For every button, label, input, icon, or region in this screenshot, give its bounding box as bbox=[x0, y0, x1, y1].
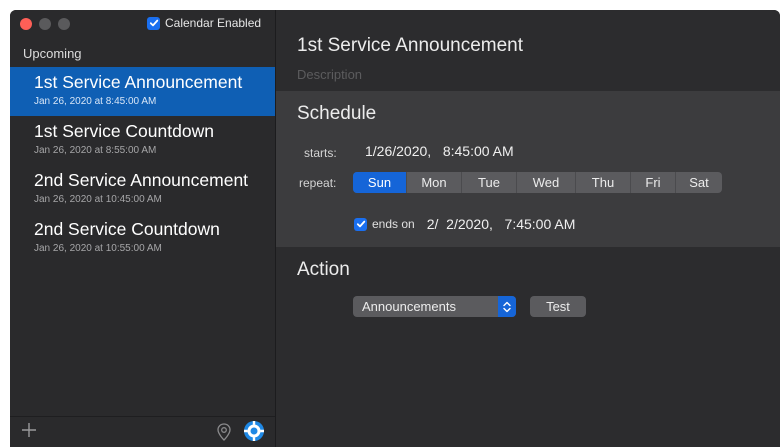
day-toggle-sun[interactable]: Sun bbox=[353, 172, 407, 193]
add-event-button[interactable] bbox=[19, 420, 39, 440]
ends-on-checkbox[interactable] bbox=[354, 217, 367, 231]
calendar-enabled-label: Calendar Enabled bbox=[165, 16, 262, 30]
day-toggle-fri[interactable]: Fri bbox=[631, 172, 676, 193]
event-list: 1st Service Announcement Jan 26, 2020 at… bbox=[10, 67, 275, 263]
chevron-updown-icon bbox=[498, 296, 516, 317]
ends-on-row: ends on 2/ 2/2020, 7:45:00 AM bbox=[354, 216, 575, 232]
schedule-heading: Schedule bbox=[297, 103, 377, 124]
minimize-window-button[interactable] bbox=[39, 18, 51, 30]
checkmark-icon bbox=[356, 220, 365, 228]
action-select[interactable]: Announcements bbox=[353, 296, 516, 317]
app-window: Calendar Enabled Upcoming 1st Service An… bbox=[10, 10, 780, 447]
event-title: 2nd Service Announcement bbox=[34, 170, 249, 190]
checkmark-icon bbox=[147, 16, 160, 30]
lifebuoy-icon bbox=[244, 421, 264, 441]
event-title: 2nd Service Countdown bbox=[34, 219, 220, 239]
action-heading: Action bbox=[297, 259, 350, 280]
event-list-item[interactable]: 2nd Service Countdown Jan 26, 2020 at 10… bbox=[10, 214, 275, 263]
day-toggle-sat[interactable]: Sat bbox=[676, 172, 722, 193]
start-datetime-field[interactable]: 1/26/2020, 8:45:00 AM bbox=[365, 143, 514, 159]
plus-icon bbox=[22, 423, 36, 437]
event-list-item[interactable]: 2nd Service Announcement Jan 26, 2020 at… bbox=[10, 165, 275, 214]
location-button[interactable] bbox=[215, 422, 233, 442]
repeat-label: repeat: bbox=[299, 176, 337, 190]
upcoming-section-label: Upcoming bbox=[23, 46, 82, 61]
zoom-window-button[interactable] bbox=[58, 18, 70, 30]
sidebar-footer bbox=[10, 416, 275, 447]
event-title: 1st Service Announcement bbox=[34, 72, 243, 92]
day-toggle-thu[interactable]: Thu bbox=[576, 172, 631, 193]
help-button[interactable] bbox=[243, 420, 265, 442]
test-button[interactable]: Test bbox=[530, 296, 586, 317]
sidebar: Calendar Enabled Upcoming 1st Service An… bbox=[10, 10, 276, 447]
event-date: Jan 26, 2020 at 8:45:00 AM bbox=[34, 96, 157, 107]
event-date: Jan 26, 2020 at 8:55:00 AM bbox=[34, 145, 157, 156]
detail-pane: 1st Service Announcement Description Sch… bbox=[276, 10, 780, 447]
event-date: Jan 26, 2020 at 10:55:00 AM bbox=[34, 243, 162, 254]
event-title-field[interactable]: 1st Service Announcement bbox=[297, 35, 523, 57]
event-title: 1st Service Countdown bbox=[34, 121, 214, 141]
day-toggle-mon[interactable]: Mon bbox=[407, 172, 462, 193]
action-select-value: Announcements bbox=[362, 299, 456, 314]
starts-label: starts: bbox=[304, 146, 337, 160]
close-window-button[interactable] bbox=[20, 18, 32, 30]
event-list-item[interactable]: 1st Service Countdown Jan 26, 2020 at 8:… bbox=[10, 116, 275, 165]
location-pin-icon bbox=[217, 423, 231, 441]
day-toggle-wed[interactable]: Wed bbox=[517, 172, 576, 193]
description-field[interactable]: Description bbox=[297, 67, 362, 82]
day-toggle-tue[interactable]: Tue bbox=[462, 172, 517, 193]
event-list-item[interactable]: 1st Service Announcement Jan 26, 2020 at… bbox=[10, 67, 275, 116]
end-datetime-field[interactable]: 2/ 2/2020, 7:45:00 AM bbox=[427, 216, 576, 232]
repeat-days-segmented-control: Sun Mon Tue Wed Thu Fri Sat bbox=[353, 172, 722, 193]
calendar-enabled-checkbox[interactable]: Calendar Enabled bbox=[147, 16, 261, 30]
event-date: Jan 26, 2020 at 10:45:00 AM bbox=[34, 194, 162, 205]
schedule-section: Schedule starts: 1/26/2020, 8:45:00 AM r… bbox=[276, 91, 780, 247]
ends-on-label: ends on bbox=[372, 217, 415, 231]
